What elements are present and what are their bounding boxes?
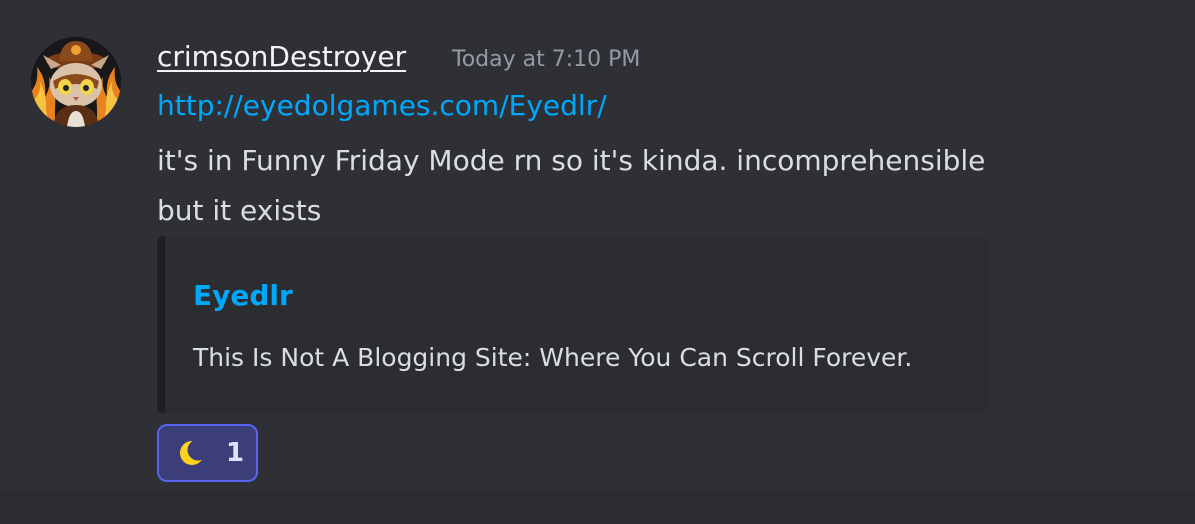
reaction-button[interactable]: 1 <box>157 424 258 482</box>
link-embed: Eyedlr This Is Not A Blogging Site: Wher… <box>157 236 989 413</box>
message-timestamp[interactable]: Today at 7:10 PM <box>452 46 640 74</box>
message-text-line: but it exists <box>157 194 322 227</box>
reaction-count: 1 <box>226 438 245 468</box>
embed-description: This Is Not A Blogging Site: Where You C… <box>193 343 913 372</box>
crescent-moon-icon <box>180 439 206 465</box>
avatar-cat-character-icon <box>31 37 121 127</box>
avatar[interactable] <box>31 37 121 127</box>
username[interactable]: crimsonDestroyer <box>157 38 406 76</box>
message-content: it's in Funny Friday Mode rn so it's kin… <box>157 136 1077 236</box>
embed-title[interactable]: Eyedlr <box>193 278 293 314</box>
message-link[interactable]: http://eyedolgames.com/Eyedlr/ <box>157 86 607 126</box>
message-text-line: it's in Funny Friday Mode rn so it's kin… <box>157 144 986 177</box>
chat-message: crimsonDestroyer Today at 7:10 PM http:/… <box>0 0 1195 490</box>
